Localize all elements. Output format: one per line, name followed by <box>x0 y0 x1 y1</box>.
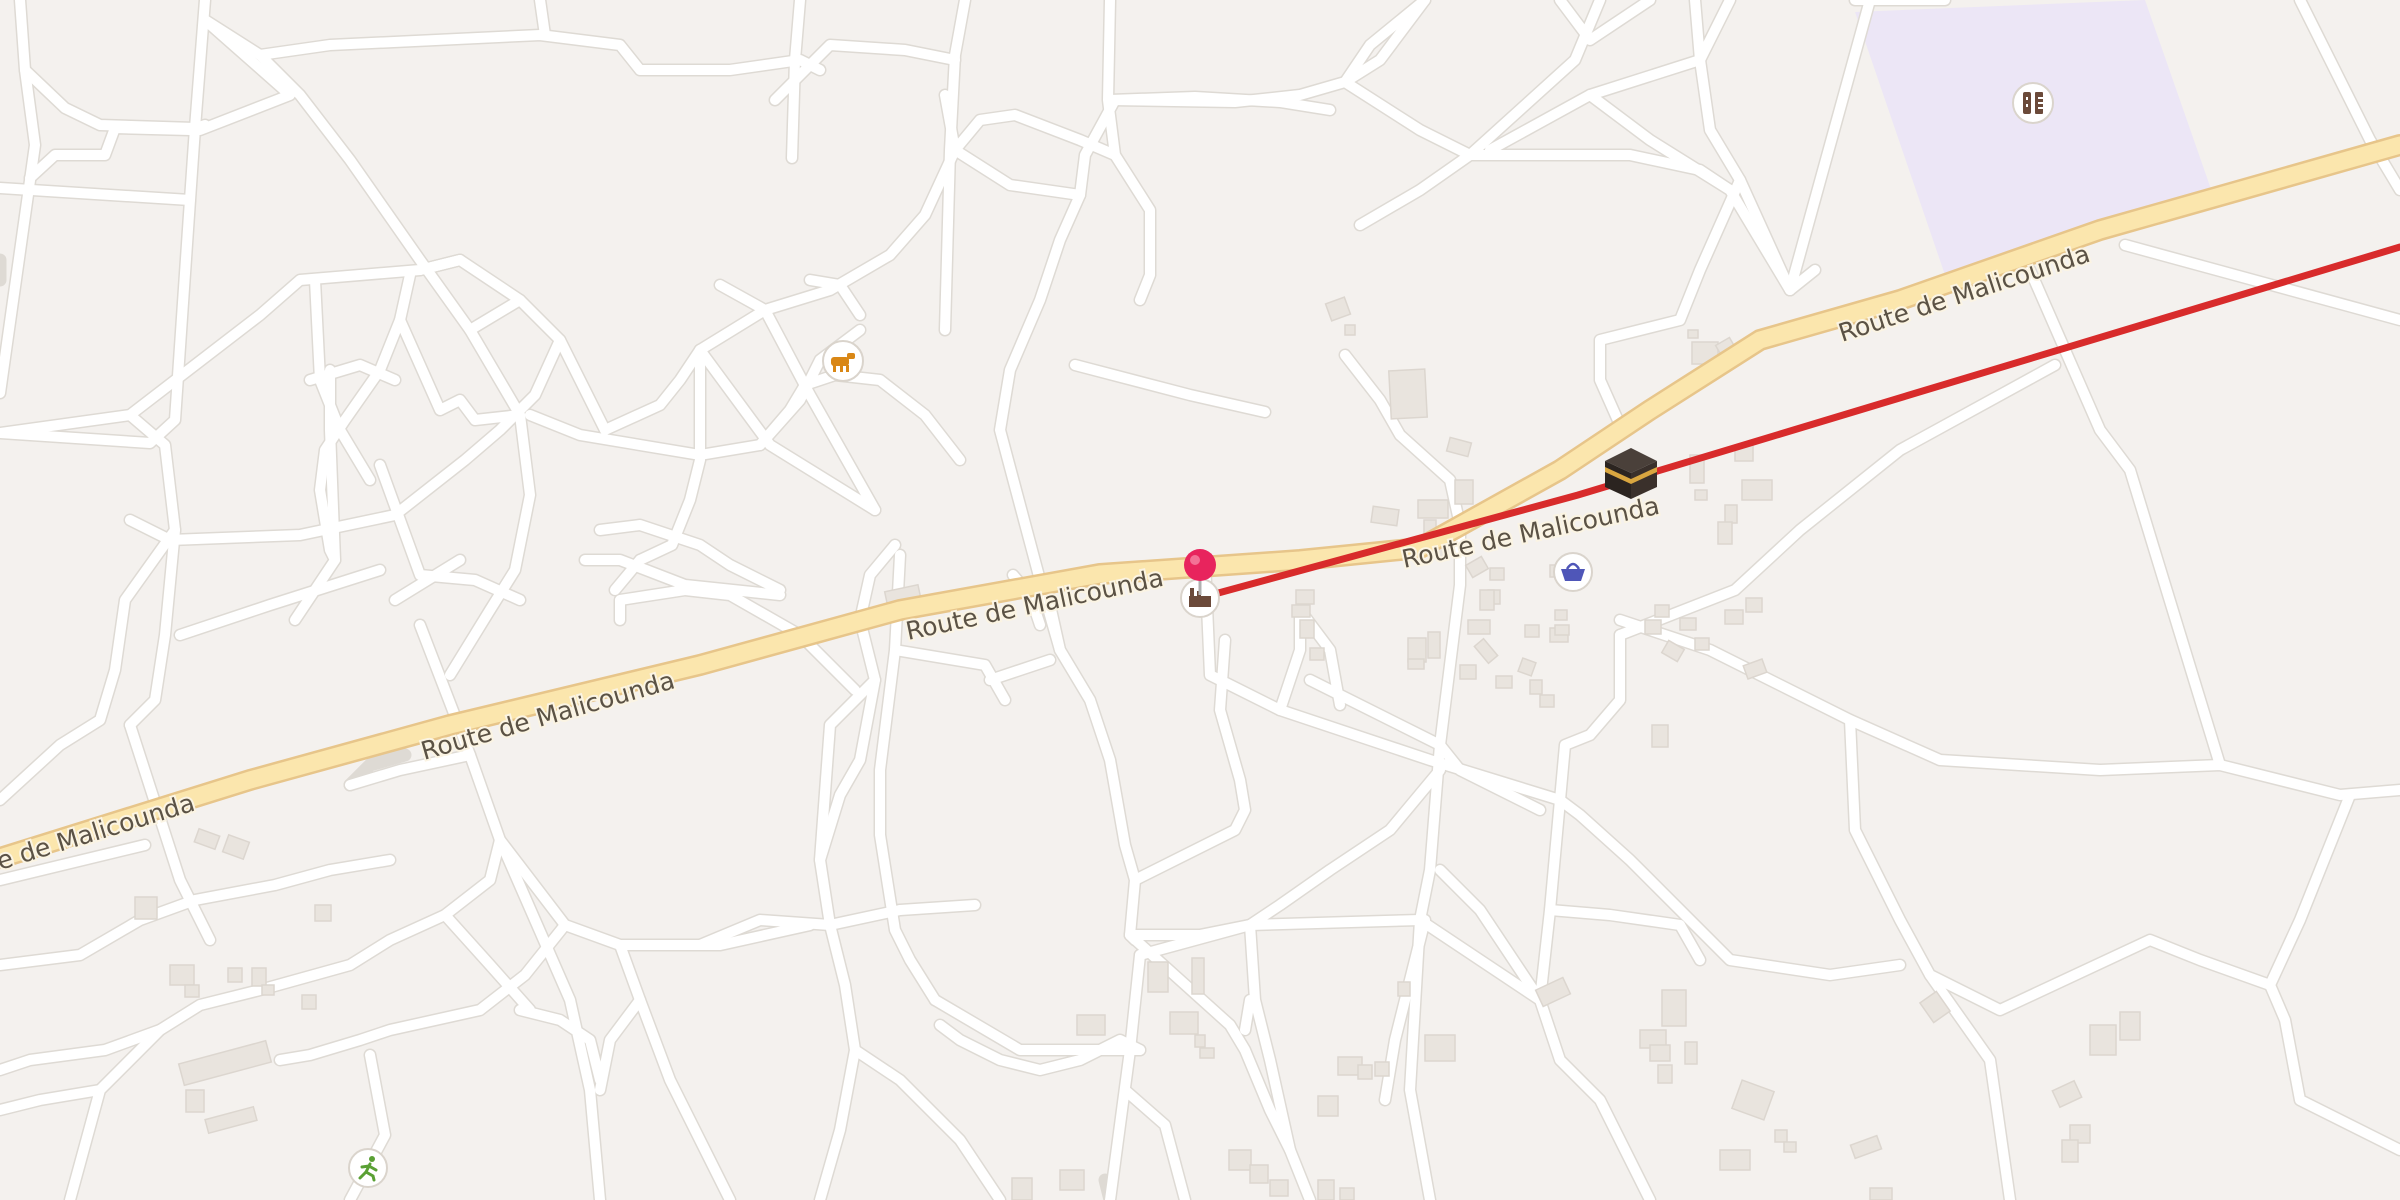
landuse-area <box>1855 0 2212 275</box>
primary-road-route-de-malicounda[interactable] <box>0 134 2400 869</box>
poi-school[interactable] <box>2012 82 2054 124</box>
poi-sports[interactable] <box>348 1148 388 1188</box>
poi-shop[interactable] <box>1553 552 1593 592</box>
kaaba-icon <box>1605 448 1657 499</box>
poi-place-of-worship[interactable] <box>1605 448 1657 499</box>
route-line <box>1196 243 2400 602</box>
map-view[interactable]: e de Malicounda Route de Malicounda Rout… <box>0 0 2400 1200</box>
poi-livestock-market[interactable] <box>822 340 864 382</box>
